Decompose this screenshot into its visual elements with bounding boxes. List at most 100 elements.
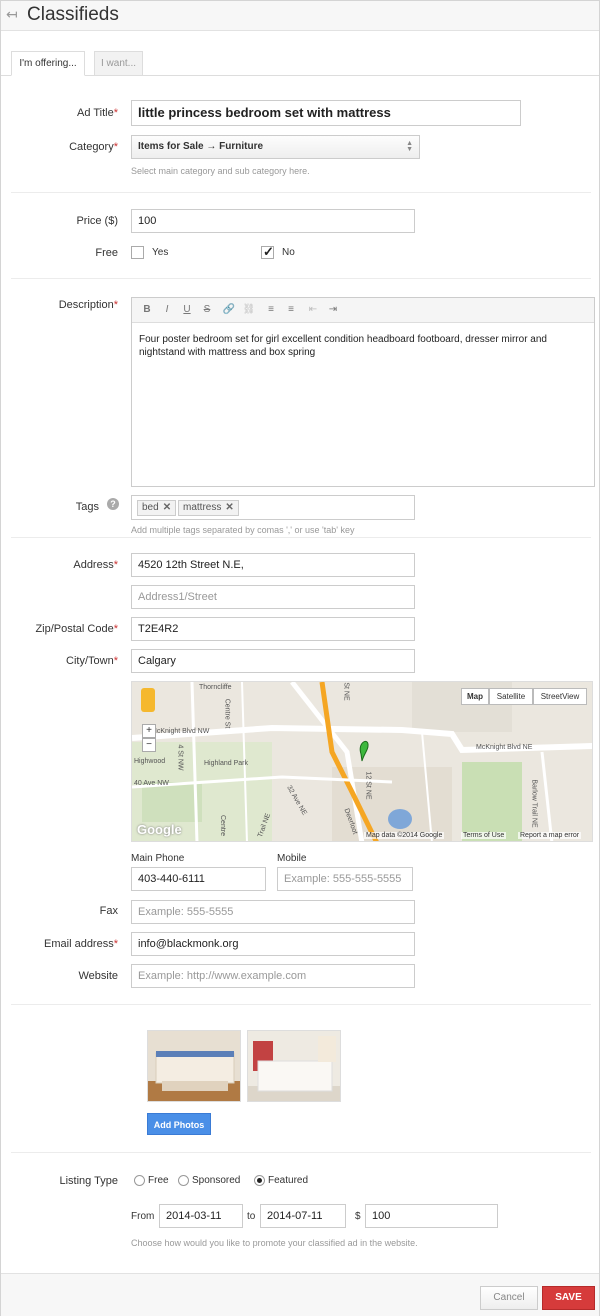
link-icon[interactable]: 🔗 (222, 303, 236, 317)
website-input[interactable]: Example: http://www.example.com (131, 964, 415, 988)
price-label: Price ($) (76, 215, 118, 227)
address2-input[interactable]: Address1/Street (131, 585, 415, 609)
back-arrow-icon[interactable]: ↤ (6, 7, 20, 21)
free-yes-checkbox[interactable] (131, 246, 144, 259)
add-photos-button[interactable]: Add Photos (147, 1113, 211, 1135)
website-label: Website (78, 970, 118, 982)
map-label: 4 St NW (176, 744, 184, 771)
ad-title-input[interactable]: little princess bedroom set with mattres… (131, 100, 521, 126)
free-yes-label: Yes (152, 247, 169, 258)
category-select[interactable]: Items for Sale → Furniture ▲ ▼ (131, 135, 420, 159)
ad-title-label: Ad Title* (77, 107, 118, 119)
cancel-button[interactable]: Cancel (480, 1286, 538, 1310)
listing-featured-label: Featured (268, 1175, 309, 1186)
divider (11, 1152, 591, 1153)
map-data-text: Map data ©2014 Google (364, 832, 445, 839)
map-label: 40 Ave NW (134, 780, 169, 787)
listing-hint: Choose how would you like to promote you… (131, 1238, 418, 1248)
mobile-input[interactable]: Example: 555-555-5555 (277, 867, 413, 891)
zip-input[interactable]: T2E4R2 (131, 617, 415, 641)
address-input[interactable]: 4520 12th Street N.E, (131, 553, 415, 577)
zoom-out-icon[interactable]: − (142, 738, 156, 752)
from-date-input[interactable]: 2014-03-11 (159, 1204, 243, 1228)
mobile-label: Mobile (277, 853, 307, 864)
main-phone-input[interactable]: 403-440-6111 (131, 867, 266, 891)
tags-hint: Add multiple tags separated by comas ','… (131, 525, 355, 535)
listing-featured-radio[interactable] (254, 1175, 265, 1186)
zip-label: Zip/Postal Code* (35, 623, 118, 635)
map-type-satellite-button[interactable]: Satellite (489, 688, 533, 705)
map-roads (132, 682, 592, 841)
tag-chip: mattress ✕ (178, 500, 239, 516)
select-arrows-icon: ▲ ▼ (406, 140, 413, 153)
price-input[interactable]: 100 (131, 209, 415, 233)
italic-icon[interactable]: I (160, 303, 174, 317)
report-error-link[interactable]: Report a map error (518, 832, 582, 839)
email-label: Email address* (44, 938, 118, 950)
description-editor: B I U S 🔗 ⛓ ≡ ≡ ⇤ ⇥ Four poster bedroom … (131, 297, 595, 487)
address-label: Address* (73, 559, 118, 571)
map-type-streetview-button[interactable]: StreetView (533, 688, 587, 705)
category-label: Category* (69, 141, 118, 153)
pegman-icon[interactable] (141, 688, 155, 712)
map-label: Highland Park (204, 760, 248, 767)
listing-free-radio[interactable] (134, 1175, 145, 1186)
close-icon[interactable]: ✕ (163, 502, 171, 513)
email-input[interactable]: info@blackmonk.org (131, 932, 415, 956)
save-button[interactable]: SAVE (542, 1286, 595, 1310)
description-text[interactable]: Four poster bedroom set for girl excelle… (139, 333, 589, 359)
editor-toolbar: B I U S 🔗 ⛓ ≡ ≡ ⇤ ⇥ (132, 298, 594, 323)
fax-input[interactable]: Example: 555-5555 (131, 900, 415, 924)
category-hint: Select main category and sub category he… (131, 166, 310, 176)
tags-input[interactable]: bed ✕ mattress ✕ (131, 495, 415, 520)
location-map[interactable]: Thorncliffe McKnight Blvd NW Highland Pa… (131, 681, 593, 842)
ordered-list-icon[interactable]: ≡ (264, 303, 278, 317)
terms-link[interactable]: Terms of Use (461, 832, 507, 839)
divider (11, 192, 591, 193)
map-label: St NE (342, 682, 350, 701)
map-type-map-button[interactable]: Map (461, 688, 489, 705)
photo-thumbnail[interactable] (147, 1030, 241, 1102)
tab-bar: I'm offering... I want... (1, 31, 599, 76)
close-icon[interactable]: ✕ (225, 502, 233, 513)
to-date-input[interactable]: 2014-07-11 (260, 1204, 346, 1228)
fax-label: Fax (99, 905, 118, 917)
map-label: McKnight Blvd NW (151, 728, 210, 735)
listing-sponsored-label: Sponsored (192, 1175, 241, 1186)
zoom-in-icon[interactable]: + (142, 724, 156, 738)
listing-free-label: Free (148, 1175, 169, 1186)
divider (11, 1004, 591, 1005)
classifieds-form-panel: ↤ Classifieds I'm offering... I want... … (0, 0, 600, 1316)
unordered-list-icon[interactable]: ≡ (284, 303, 298, 317)
footer-bar: Cancel SAVE (1, 1273, 599, 1316)
outdent-icon[interactable]: ⇤ (306, 303, 320, 317)
bed-photo-image (248, 1031, 340, 1101)
unlink-icon[interactable]: ⛓ (242, 303, 256, 317)
indent-icon[interactable]: ⇥ (326, 303, 340, 317)
map-label: Barlow Trail NE (530, 779, 538, 828)
map-label: Centre (219, 814, 227, 837)
tab-offering[interactable]: I'm offering... (11, 51, 85, 76)
listing-type-label: Listing Type (59, 1175, 118, 1187)
tags-label: Tags (75, 501, 99, 513)
free-no-checkbox[interactable] (261, 244, 274, 260)
underline-icon[interactable]: U (180, 303, 194, 317)
city-input[interactable]: Calgary (131, 649, 415, 673)
map-label: Centre St (223, 698, 231, 729)
divider (11, 278, 591, 279)
map-label: 12 St NE (364, 771, 372, 800)
amount-input[interactable]: 100 (365, 1204, 498, 1228)
bold-icon[interactable]: B (140, 303, 154, 317)
tag-chip: bed ✕ (137, 500, 177, 516)
tab-want[interactable]: I want... (94, 51, 143, 76)
help-icon[interactable]: ? (107, 498, 119, 510)
map-label: Highwood (134, 758, 166, 765)
from-label: From (131, 1211, 155, 1222)
free-no-label: No (282, 247, 295, 258)
listing-sponsored-radio[interactable] (178, 1175, 189, 1186)
divider (11, 537, 591, 538)
photo-thumbnail[interactable] (247, 1030, 341, 1102)
map-label: Thorncliffe (199, 684, 232, 691)
strikethrough-icon[interactable]: S (200, 303, 214, 317)
main-phone-label: Main Phone (131, 853, 185, 864)
